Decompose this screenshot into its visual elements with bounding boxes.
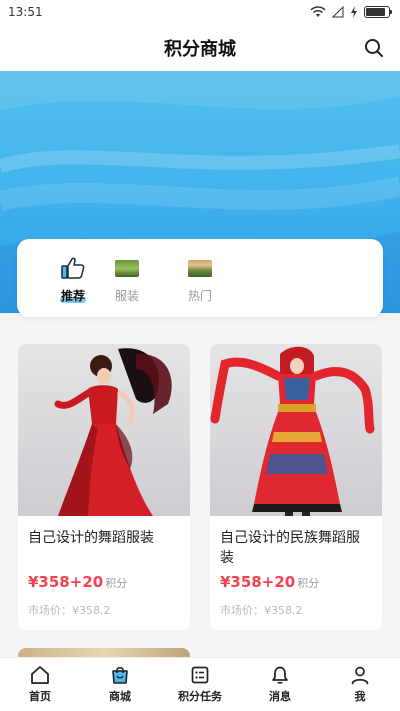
hot-thumbnail (187, 257, 213, 279)
thumbs-up-icon (60, 257, 86, 279)
charging-icon (351, 6, 357, 18)
product-image (18, 344, 190, 516)
product-card[interactable]: 自己设计的民族舞蹈服装 ¥358+20 积分 市场价：¥358.2 (210, 344, 382, 630)
category-clothing[interactable]: 服装 (97, 257, 157, 304)
tab-label: 商城 (109, 690, 131, 703)
product-title: 自己设计的舞蹈服装 (28, 530, 154, 546)
tab-label: 我 (354, 690, 366, 703)
tab-me[interactable]: 我 (320, 658, 400, 711)
tab-home[interactable]: 首页 (0, 658, 80, 711)
status-bar: 13:51 (0, 0, 400, 24)
search-button[interactable] (362, 36, 386, 60)
tab-messages[interactable]: 消息 (240, 658, 320, 711)
product-price: ¥358+20 积分 (220, 573, 319, 591)
battery-icon (364, 6, 392, 18)
category-bar: 推荐 服装 热门 (17, 239, 383, 317)
category-label: 服装 (114, 289, 139, 303)
product-image (210, 344, 382, 516)
market-price: 市场价：¥358.2 (28, 604, 111, 617)
price-value: ¥358+20 (28, 573, 104, 591)
category-recommend[interactable]: 推荐 (43, 257, 103, 304)
tab-label: 消息 (269, 690, 291, 703)
category-hot[interactable]: 热门 (170, 257, 230, 304)
product-price: ¥358+20 积分 (28, 573, 127, 591)
tab-label: 积分任务 (178, 690, 222, 703)
battery-level (366, 8, 385, 16)
user-icon (350, 665, 370, 685)
price-unit: 积分 (105, 577, 128, 590)
tab-mall[interactable]: 商城 (80, 658, 160, 711)
price-value: ¥358+20 (220, 573, 296, 591)
price-unit: 积分 (297, 577, 320, 590)
market-price: 市场价：¥358.2 (220, 604, 303, 617)
status-time: 13:51 (8, 5, 43, 19)
search-icon (365, 39, 383, 57)
home-icon (30, 665, 50, 685)
tab-label: 首页 (29, 690, 51, 703)
signal-icon (332, 6, 344, 18)
bell-icon (270, 665, 290, 685)
product-title: 自己设计的民族舞蹈服装 (220, 530, 360, 566)
task-list-icon (190, 665, 210, 685)
shopping-bag-icon (110, 665, 130, 685)
status-icons (310, 6, 392, 18)
clothing-thumbnail (114, 257, 140, 279)
wifi-icon (310, 6, 326, 17)
page-title: 积分商城 (164, 38, 236, 60)
app-header: 积分商城 (0, 24, 400, 71)
product-card[interactable]: 自己设计的舞蹈服装 ¥358+20 积分 市场价：¥358.2 (18, 344, 190, 630)
category-label: 热门 (187, 289, 212, 303)
bottom-tab-bar: 首页 商城 积分任务 消息 我 (0, 657, 400, 711)
tab-points-tasks[interactable]: 积分任务 (160, 658, 240, 711)
category-label: 推荐 (60, 289, 85, 303)
